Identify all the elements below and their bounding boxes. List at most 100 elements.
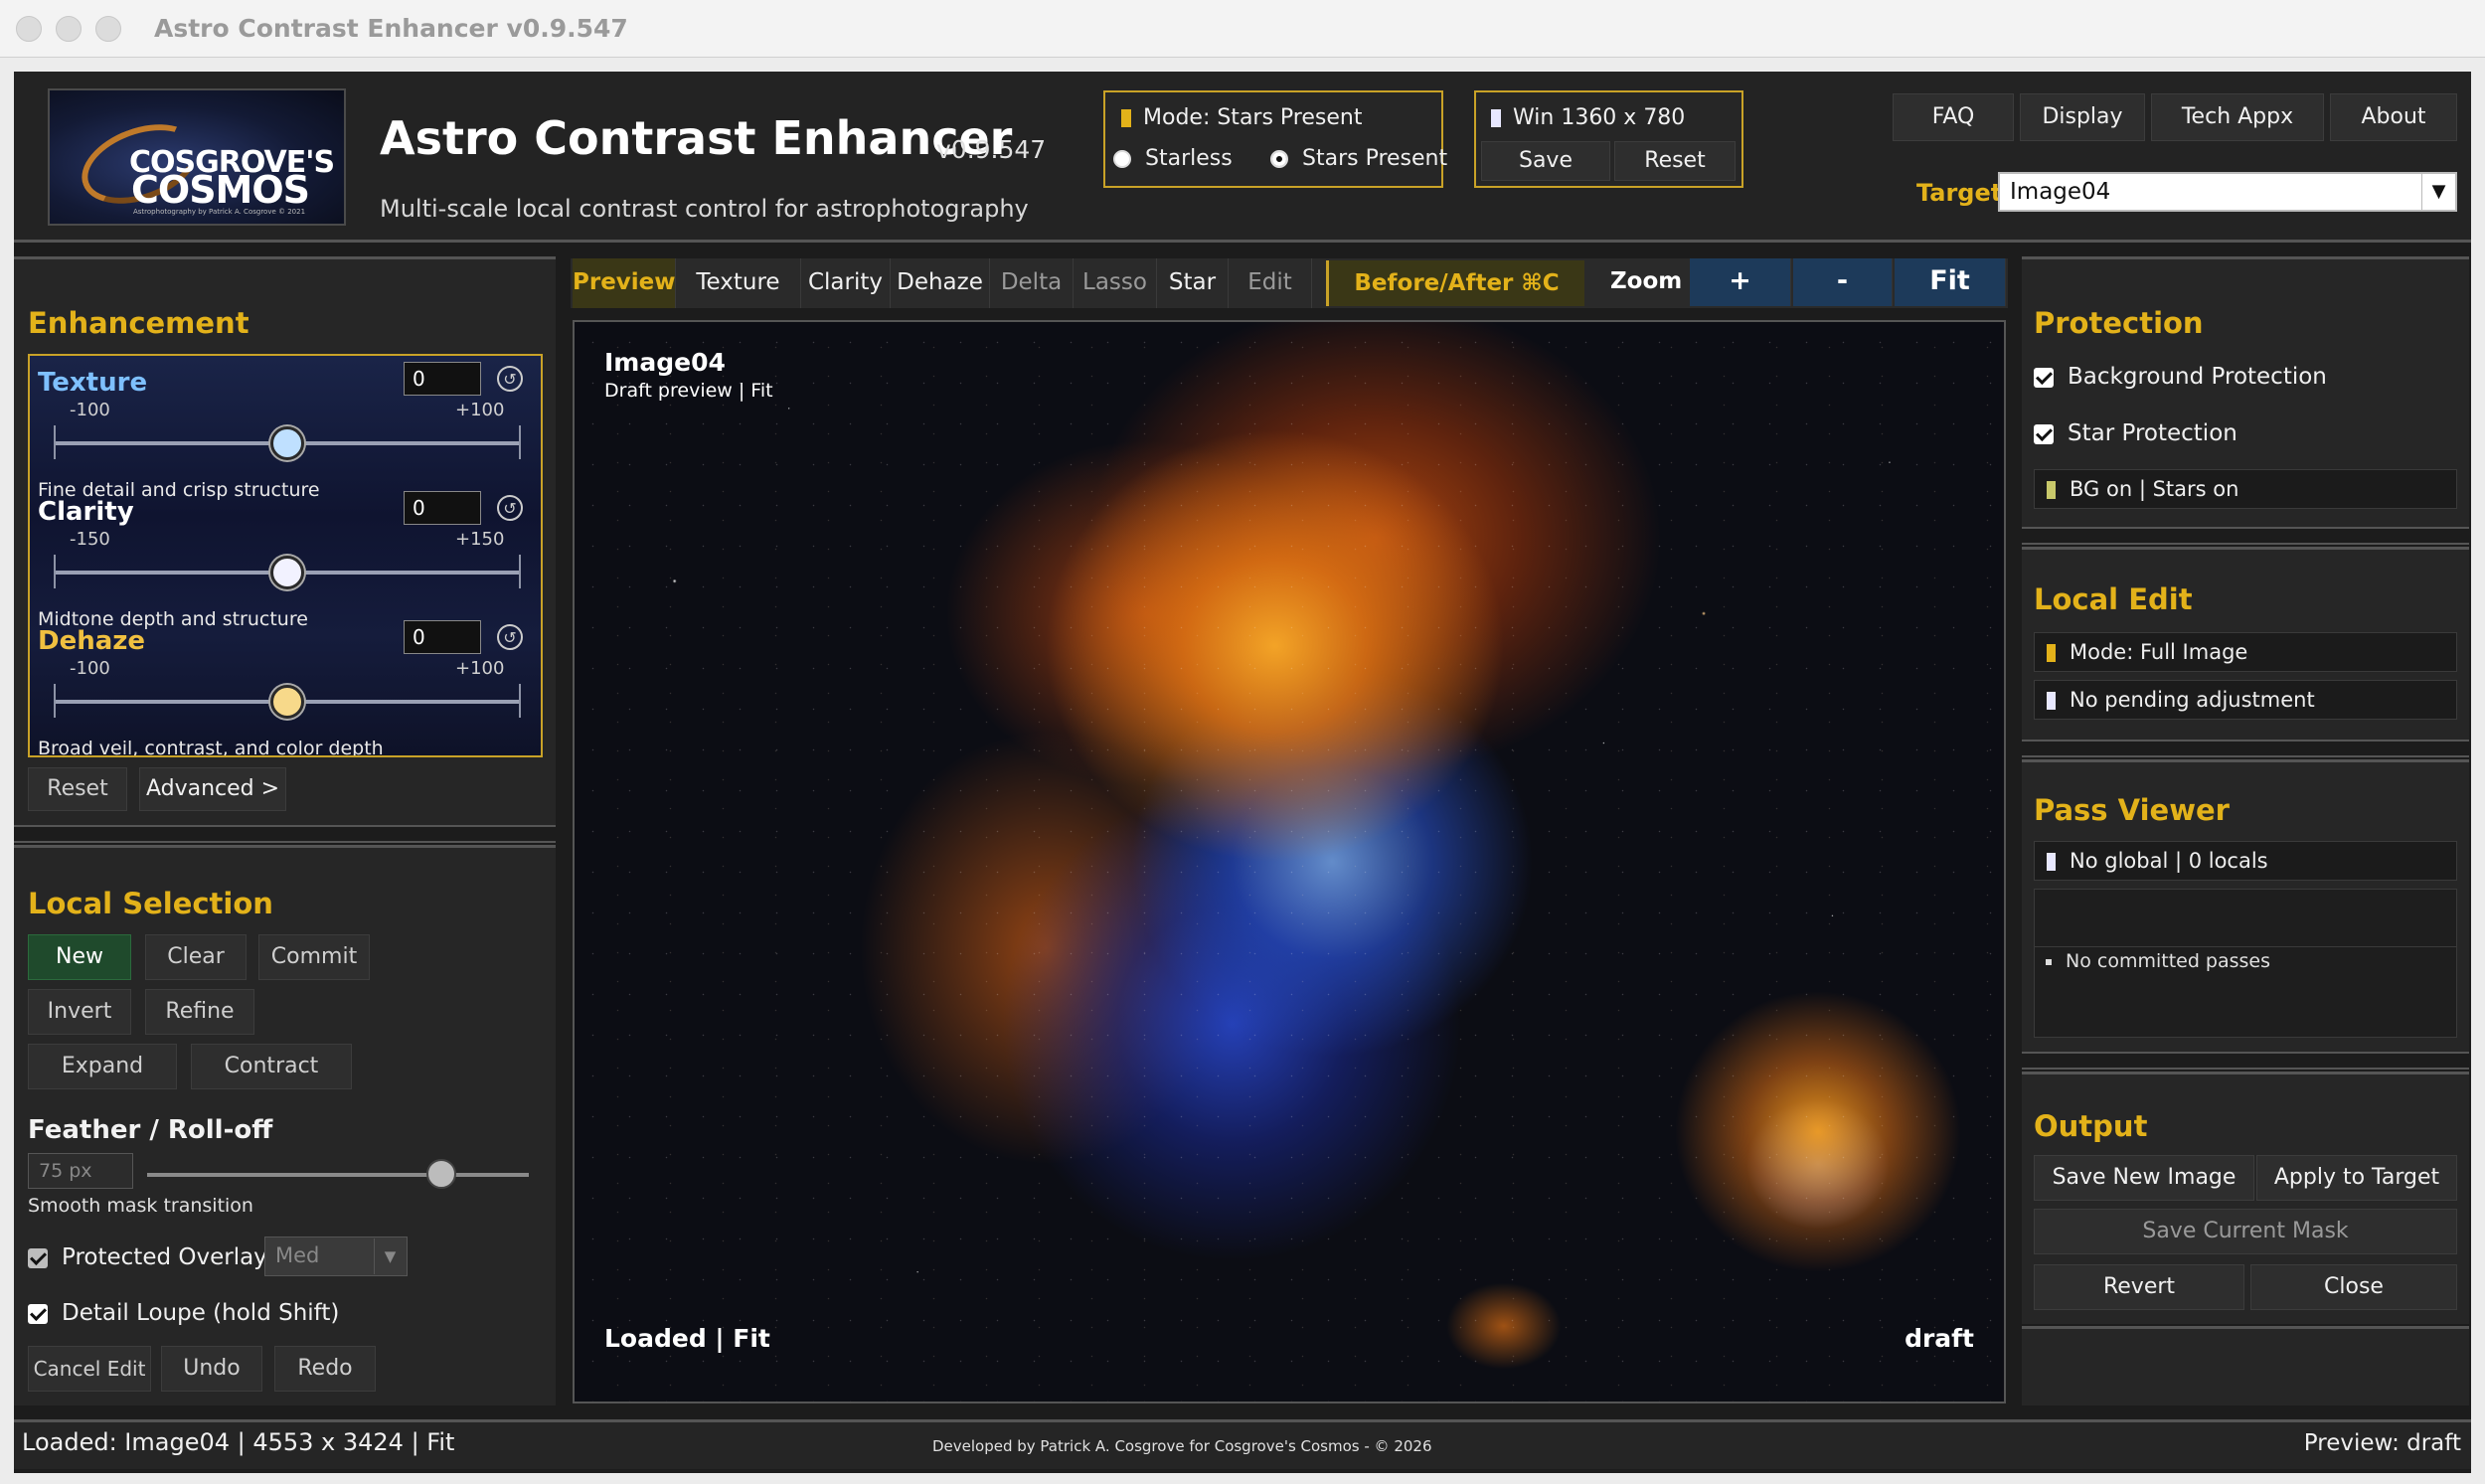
star-protection-checkbox[interactable]: Star Protection [2034, 420, 2237, 446]
preview-status-right: draft [1905, 1324, 1974, 1353]
save-current-mask-button[interactable]: Save Current Mask [2034, 1209, 2457, 1254]
radio-icon [1113, 150, 1131, 168]
tick [54, 684, 56, 718]
reset-size-button[interactable]: Reset [1614, 141, 1736, 181]
dehaze-value-input[interactable]: 0 [404, 620, 481, 654]
zoom-in-button[interactable]: + [1690, 258, 1791, 306]
clarity-value-input[interactable]: 0 [404, 491, 481, 525]
background-protection-label: Background Protection [2068, 364, 2327, 390]
redo-button[interactable]: Redo [274, 1346, 376, 1392]
dehaze-description: Broad veil, contrast, and color depth [38, 738, 384, 757]
radio-stars-present-label: Stars Present [1302, 146, 1448, 171]
window-title: Astro Contrast Enhancer v0.9.547 [154, 14, 628, 43]
detail-loupe-checkbox[interactable]: Detail Loupe (hold Shift) [28, 1300, 339, 1326]
invert-selection-button[interactable]: Invert [28, 989, 131, 1035]
cancel-edit-button[interactable]: Cancel Edit [28, 1346, 151, 1392]
feather-slider-knob[interactable] [425, 1159, 456, 1189]
pass-summary: No global | 0 locals [2034, 841, 2457, 881]
refine-selection-button[interactable]: Refine [145, 989, 254, 1035]
about-button[interactable]: About [2330, 93, 2457, 141]
feather-slider-track[interactable] [147, 1173, 529, 1177]
faq-button[interactable]: FAQ [1893, 93, 2014, 141]
local-edit-mode-text: Mode: Full Image [2070, 640, 2248, 664]
clear-selection-button[interactable]: Clear [145, 934, 247, 980]
tab-delta[interactable]: Delta [990, 258, 1074, 308]
texture-label: Texture [38, 368, 148, 398]
chevron-down-icon[interactable]: ▼ [374, 1238, 406, 1274]
close-button[interactable]: Close [2250, 1264, 2457, 1310]
target-select[interactable]: Image04 [1998, 172, 2457, 212]
dehaze-reset-icon[interactable]: ↺ [497, 624, 523, 650]
maximize-window-button[interactable] [95, 16, 121, 42]
radio-stars-present[interactable]: Stars Present [1270, 146, 1447, 171]
detail-loupe-label: Detail Loupe (hold Shift) [62, 1300, 340, 1326]
protected-overlay-label: Protected Overlay [62, 1244, 267, 1270]
tick [54, 555, 56, 588]
status-indicator-icon [2047, 853, 2056, 871]
texture-slider-knob[interactable] [270, 426, 304, 460]
close-window-button[interactable] [16, 16, 42, 42]
advanced-button[interactable]: Advanced > [139, 767, 286, 811]
status-indicator-icon [2047, 644, 2056, 662]
local-edit-heading: Local Edit [2034, 582, 2193, 616]
revert-button[interactable]: Revert [2034, 1264, 2244, 1310]
preview-status-left: Loaded | Fit [604, 1324, 770, 1353]
chevron-down-icon[interactable]: ▼ [2421, 174, 2455, 210]
display-button[interactable]: Display [2020, 93, 2145, 141]
before-after-button[interactable]: Before/After ⌘C [1326, 260, 1584, 306]
mode-status-icon [1121, 109, 1131, 127]
clarity-slider-knob[interactable] [270, 556, 304, 589]
feather-description: Smooth mask transition [28, 1195, 253, 1217]
clarity-label: Clarity [38, 497, 134, 527]
clarity-reset-icon[interactable]: ↺ [497, 495, 523, 521]
panel-separator [2022, 527, 2469, 545]
tab-texture[interactable]: Texture [676, 258, 801, 308]
tab-star[interactable]: Star [1157, 258, 1229, 308]
minimize-window-button[interactable] [56, 16, 82, 42]
output-heading: Output [2034, 1109, 2148, 1143]
panel-separator [2022, 740, 2469, 757]
pass-summary-text: No global | 0 locals [2070, 849, 2268, 873]
image-preview[interactable]: Image04 Draft preview | Fit Loaded | Fit… [573, 320, 2006, 1403]
texture-value-input[interactable]: 0 [404, 362, 481, 396]
checkbox-checked-icon [2034, 423, 2054, 444]
tab-lasso[interactable]: Lasso [1074, 258, 1157, 308]
save-new-image-button[interactable]: Save New Image [2034, 1155, 2254, 1201]
window-size-label: Win 1360 x 780 [1513, 105, 1686, 130]
new-selection-button[interactable]: New [28, 934, 131, 980]
undo-button[interactable]: Undo [161, 1346, 262, 1392]
status-right: Preview: draft [2303, 1430, 2461, 1456]
logo-tagline: Astrophotography by Patrick A. Cosgrove … [133, 208, 306, 216]
zoom-out-button[interactable]: - [1793, 258, 1893, 306]
contract-selection-button[interactable]: Contract [191, 1044, 352, 1089]
tab-clarity[interactable]: Clarity [801, 258, 891, 308]
commit-selection-button[interactable]: Commit [258, 934, 370, 980]
save-size-button[interactable]: Save [1481, 141, 1610, 181]
protection-status: BG on | Stars on [2034, 469, 2457, 509]
radio-starless[interactable]: Starless [1113, 146, 1233, 171]
apply-to-target-button[interactable]: Apply to Target [2256, 1155, 2457, 1201]
tick [519, 684, 521, 718]
protection-heading: Protection [2034, 306, 2204, 340]
background-protection-checkbox[interactable]: Background Protection [2034, 364, 2327, 390]
tab-dehaze[interactable]: Dehaze [891, 258, 990, 308]
protected-overlay-checkbox[interactable]: Protected Overlay [28, 1244, 267, 1270]
status-indicator-icon [2047, 481, 2056, 499]
star-protection-label: Star Protection [2068, 420, 2237, 446]
texture-reset-icon[interactable]: ↺ [497, 366, 523, 392]
tech-appx-button[interactable]: Tech Appx [2151, 93, 2324, 141]
expand-selection-button[interactable]: Expand [28, 1044, 177, 1089]
tick [54, 425, 56, 459]
pass-list-item: No committed passes [2046, 950, 2270, 972]
dehaze-label: Dehaze [38, 626, 146, 656]
feather-value-input[interactable]: 75 px [28, 1153, 133, 1189]
zoom-fit-button[interactable]: Fit [1895, 258, 2006, 306]
logo-text-line2: COSMOS [131, 168, 310, 212]
dehaze-slider-knob[interactable] [270, 685, 304, 719]
tab-edit[interactable]: Edit [1229, 258, 1312, 308]
enhancement-reset-button[interactable]: Reset [28, 767, 127, 811]
radio-starless-label: Starless [1145, 146, 1233, 171]
panel-separator [14, 825, 556, 843]
tab-preview[interactable]: Preview [573, 258, 676, 308]
cosgroves-cosmos-logo: COSGROVE'S COSMOS Astrophotography by Pa… [48, 88, 346, 226]
